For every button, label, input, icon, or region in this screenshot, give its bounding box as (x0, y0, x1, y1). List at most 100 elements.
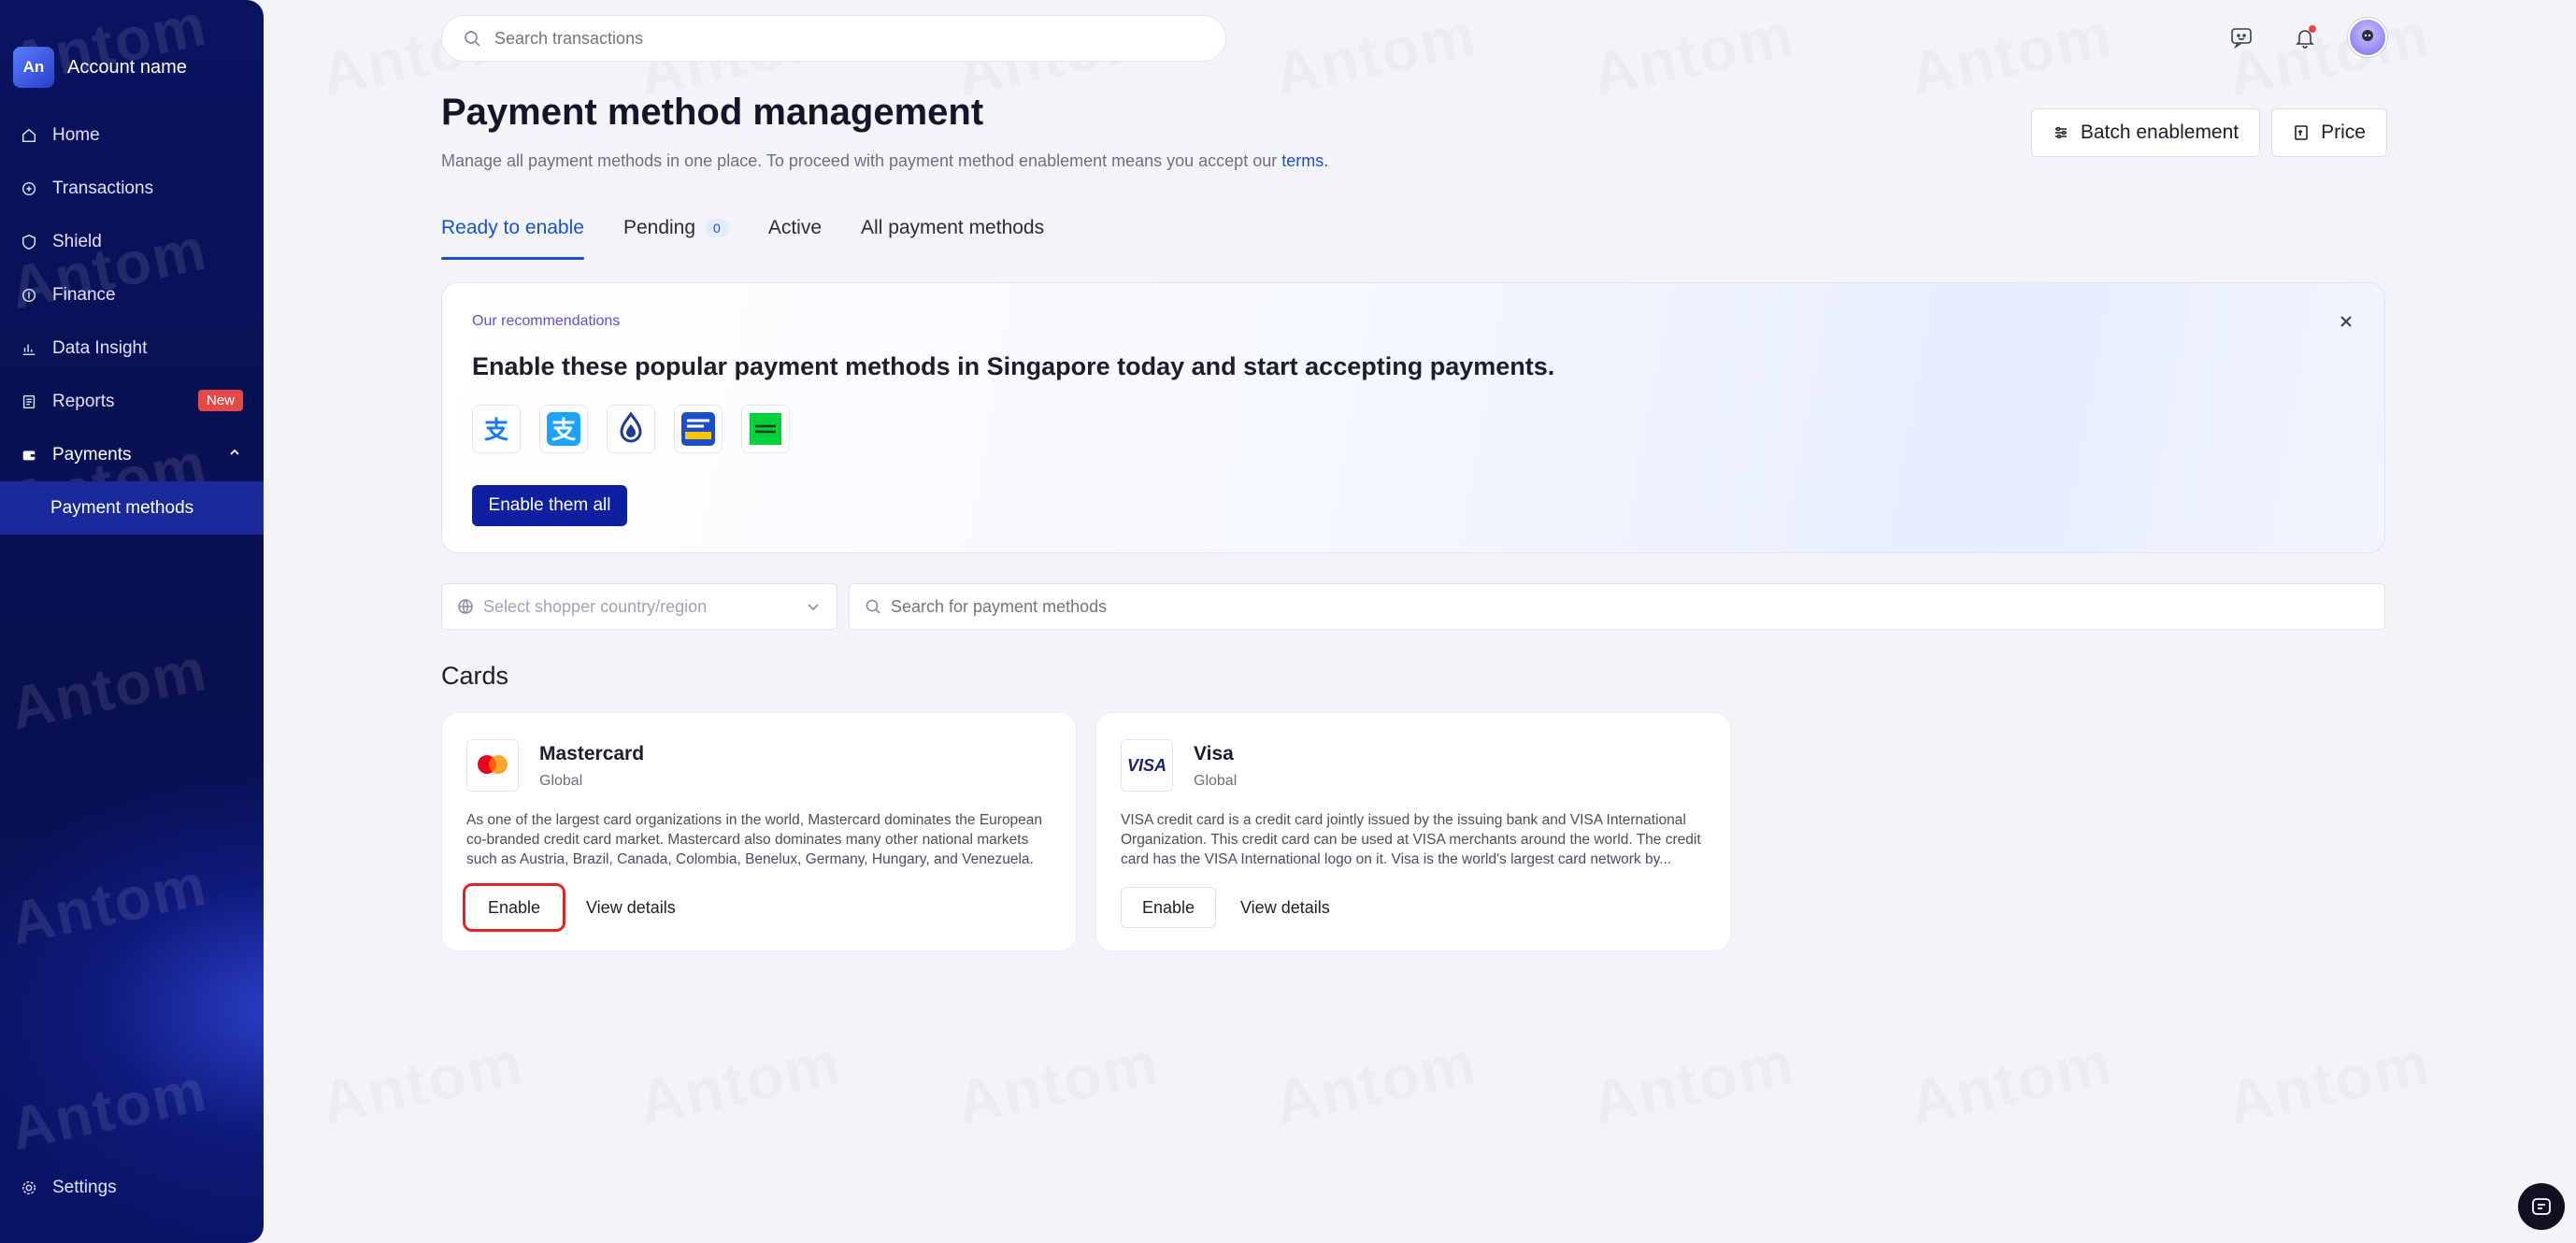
account-logo: An (13, 47, 54, 88)
svg-text:支: 支 (551, 417, 576, 445)
sidebar-item-label: Data Insight (52, 337, 148, 358)
top-actions (2221, 17, 2387, 58)
watermark: Antom (1903, 0, 2119, 109)
transactions-search[interactable] (441, 15, 1226, 62)
new-badge: New (197, 390, 243, 411)
sidebar-item-label: Finance (52, 284, 116, 305)
country-placeholder: Select shopper country/region (483, 596, 708, 616)
sidebar: Antom Antom Antom Antom Antom Antom An A… (0, 0, 264, 1243)
watermark: Antom (1585, 1027, 1801, 1137)
touch-n-go-icon (674, 405, 723, 453)
mastercard-logo-icon (466, 739, 519, 792)
feedback-button[interactable] (2221, 17, 2262, 58)
page-subtitle: Manage all payment methods in one place.… (441, 151, 1328, 171)
finance-icon (21, 287, 37, 304)
card-region: Global (1194, 773, 1238, 789)
sidebar-item-label: Payments (52, 444, 132, 464)
tab-all-payment-methods[interactable]: All payment methods (861, 217, 1044, 260)
tab-label: Active (767, 217, 823, 238)
card-description: As one of the largest card organizations… (466, 812, 1043, 867)
reports-icon (21, 393, 37, 410)
section-title-cards: Cards (441, 662, 509, 690)
pending-count-badge: 0 (705, 219, 729, 237)
feedback-icon (2231, 28, 2252, 50)
recommendation-title: Enable these popular payment methods in … (472, 352, 1555, 380)
price-button[interactable]: Price (2271, 108, 2387, 157)
chart-icon (21, 340, 37, 357)
terms-link[interactable]: terms. (1281, 151, 1328, 170)
payment-method-search[interactable] (849, 583, 2385, 630)
notifications-button[interactable] (2284, 17, 2326, 58)
sidebar-item-label: Payment methods (50, 497, 194, 518)
help-assistant-button[interactable] (2518, 1183, 2565, 1230)
recommended-logos: 支 支 (472, 405, 790, 453)
batch-enablement-button[interactable]: Batch enablement (2030, 108, 2261, 157)
alipay-hk-icon: 支 (539, 405, 588, 453)
batch-enablement-label: Batch enablement (2080, 121, 2240, 143)
avatar[interactable] (2348, 18, 2387, 57)
sidebar-item-finance[interactable]: Finance (0, 268, 264, 321)
batch-icon (2054, 126, 2067, 139)
sidebar-item-label: Home (52, 124, 100, 145)
recommendation-label: Our recommendations (472, 313, 621, 329)
tab-label: Pending (623, 217, 696, 238)
search-icon (465, 31, 480, 47)
sidebar-item-payments[interactable]: Payments (0, 428, 264, 481)
tab-label: All payment methods (861, 217, 1045, 238)
visa-logo-icon: VISA (1121, 739, 1173, 792)
watermark: Antom (1267, 1027, 1483, 1137)
chevron-up-icon (230, 449, 239, 455)
sidebar-item-transactions[interactable]: Transactions (0, 162, 264, 215)
card-description: VISA credit card is a credit card jointl… (1121, 812, 1701, 867)
svg-text:支: 支 (484, 417, 508, 445)
sidebar-item-data-insight[interactable]: Data Insight (0, 321, 264, 375)
globe-icon (458, 599, 473, 614)
watermark: Antom (314, 1027, 530, 1137)
country-region-select[interactable]: Select shopper country/region (441, 583, 837, 630)
sidebar-item-shield[interactable]: Shield (0, 215, 264, 268)
page-subtitle-text: Manage all payment methods in one place.… (441, 151, 1278, 170)
tab-active[interactable]: Active (768, 217, 822, 260)
sidebar-item-reports[interactable]: Reports New (0, 375, 264, 428)
home-icon (21, 127, 37, 144)
notification-dot (2309, 25, 2316, 33)
watermark: Antom (1585, 0, 1801, 109)
account-switcher[interactable]: An Account name (13, 47, 187, 88)
sidebar-item-settings[interactable]: Settings (21, 1178, 117, 1198)
watermark: Antom (632, 1027, 848, 1137)
header-actions: Batch enablement Price (2030, 108, 2387, 157)
alipay-icon: 支 (472, 405, 521, 453)
sidebar-nav: Home Transactions Shield Finance Data In… (0, 108, 264, 535)
sidebar-item-label: Reports (52, 391, 115, 411)
tab-bar: Ready to enable Pending 0 Active All pay… (441, 217, 1044, 260)
tab-ready-to-enable[interactable]: Ready to enable (441, 217, 584, 260)
watermark: Antom (1267, 0, 1483, 109)
price-doc-icon (2295, 125, 2308, 140)
enable-visa-button[interactable]: Enable (1121, 887, 1217, 928)
card-mastercard: Mastercard Global As one of the largest … (441, 712, 1077, 951)
transactions-search-input[interactable] (494, 28, 1149, 49)
sidebar-item-payment-methods[interactable]: Payment methods (0, 481, 264, 535)
watermark: Antom (1903, 1027, 2119, 1137)
tab-pending[interactable]: Pending 0 (623, 217, 729, 260)
watermark: Antom (4, 1055, 213, 1164)
view-details-mastercard-link[interactable]: View details (586, 898, 676, 918)
tab-label: Ready to enable (441, 217, 584, 238)
payment-method-search-input[interactable] (891, 596, 2293, 617)
card-name: Mastercard (539, 743, 645, 764)
close-icon[interactable] (2336, 311, 2356, 332)
gear-icon (21, 1180, 36, 1195)
card-region: Global (539, 773, 583, 789)
assistant-icon (2532, 1198, 2551, 1215)
sidebar-item-home[interactable]: Home (0, 108, 264, 162)
chevron-down-icon (808, 604, 819, 611)
bangkok-bank-icon (607, 405, 655, 453)
transactions-icon (21, 180, 37, 197)
view-details-visa-link[interactable]: View details (1240, 898, 1330, 918)
watermark: Antom (4, 635, 213, 743)
enable-mastercard-button[interactable]: Enable (463, 883, 566, 932)
watermark: Antom (4, 850, 213, 958)
recommendation-banner: Our recommendations Enable these popular… (441, 282, 2385, 553)
page-title: Payment method management (441, 92, 984, 133)
enable-them-all-button[interactable]: Enable them all (472, 485, 627, 526)
